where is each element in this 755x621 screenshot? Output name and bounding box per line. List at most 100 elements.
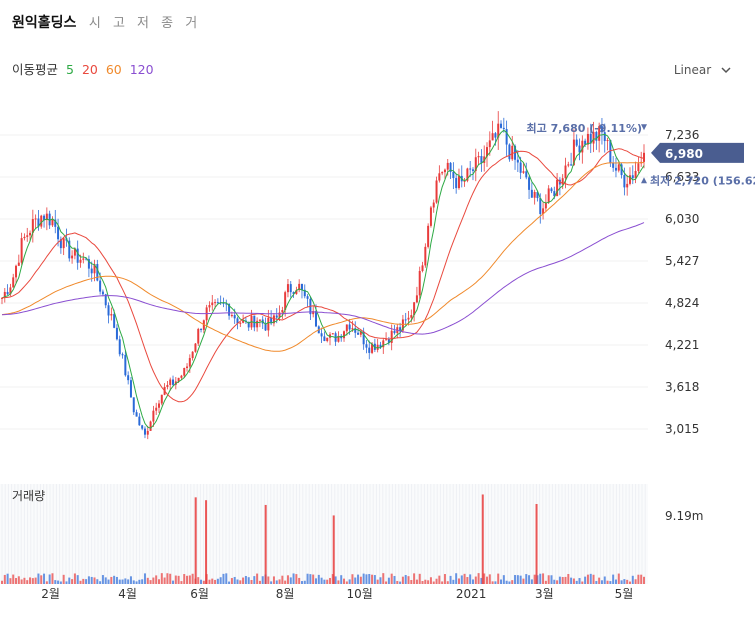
candle-body — [138, 416, 141, 426]
volume-bar — [404, 575, 407, 584]
volume-bar — [410, 580, 413, 584]
volume-bar — [129, 576, 132, 584]
volume-bar — [113, 575, 116, 584]
volume-bar — [643, 576, 645, 584]
candle-body — [522, 171, 525, 173]
candle-body — [500, 123, 503, 128]
candle-body — [141, 425, 144, 429]
volume-bar — [57, 580, 60, 584]
candle-body — [502, 127, 505, 130]
candle-body — [96, 264, 99, 281]
volume-bar — [522, 578, 525, 584]
volume-bar — [390, 573, 393, 584]
volume-bar — [570, 577, 573, 584]
candle-body — [267, 317, 270, 331]
volume-bar — [463, 573, 466, 584]
candle-body — [135, 412, 138, 417]
volume-bar — [592, 574, 595, 584]
candle-body — [214, 302, 217, 304]
price-tick-label: 4,221 — [665, 338, 699, 352]
volume-bar — [314, 578, 317, 584]
volume-bar — [51, 573, 54, 584]
candle-body — [258, 319, 261, 321]
candle-body — [157, 403, 160, 408]
volume-bar — [298, 577, 301, 584]
volume-bar — [31, 578, 34, 584]
candle-body — [211, 302, 214, 306]
volume-bar — [54, 580, 57, 584]
volume-bar — [275, 580, 278, 584]
volume-bar — [528, 575, 531, 584]
volume-bar — [20, 579, 23, 584]
volume-bar — [267, 576, 270, 584]
candle-body — [306, 296, 309, 299]
volume-bar — [471, 579, 474, 584]
volume-bar — [600, 580, 603, 584]
candle-body — [79, 259, 82, 263]
volume-bar — [17, 576, 20, 584]
volume-bar — [99, 581, 102, 584]
candle-body — [452, 171, 455, 179]
volume-bar — [270, 581, 273, 584]
candle-body — [101, 291, 104, 295]
candle-body — [348, 324, 351, 330]
candle-body — [410, 315, 413, 318]
volume-bar — [65, 581, 68, 584]
volume-bar — [519, 575, 522, 584]
candle-body — [115, 327, 118, 340]
volume-bar — [149, 580, 152, 584]
volume-bar — [135, 581, 138, 584]
volume-bar — [312, 574, 315, 584]
time-tick-label: 2월 — [41, 587, 60, 601]
volume-bar — [558, 576, 561, 584]
candle-body — [40, 215, 43, 227]
candle-body — [612, 162, 615, 168]
volume-bar — [205, 500, 208, 584]
volume-bar — [284, 580, 287, 584]
candle-body — [365, 344, 368, 348]
volume-bar — [272, 576, 275, 584]
candle-body — [424, 246, 427, 266]
volume-bar — [12, 574, 15, 584]
candle-body — [564, 165, 567, 179]
price-gridlines — [0, 134, 648, 430]
volume-bar — [385, 581, 388, 584]
volume-bar — [544, 580, 547, 584]
volume-bar — [427, 580, 430, 584]
volume-bar — [351, 574, 354, 584]
volume-bar — [455, 573, 458, 584]
volume-bar — [163, 577, 166, 584]
low-annotation: 최저 2,720 (156.62%) — [650, 173, 755, 187]
candle-body — [432, 202, 435, 208]
volume-bar — [82, 578, 85, 584]
candle-body — [17, 262, 20, 266]
price-tick-label: 4,824 — [665, 296, 699, 310]
price-chart[interactable]: 거래량 7,2366,6336,0305,4274,8244,2213,6183… — [0, 0, 755, 621]
volume-bar — [48, 574, 51, 584]
volume-bar — [34, 577, 37, 584]
volume-bar — [332, 515, 335, 584]
volume-bar — [345, 581, 348, 584]
candle-body — [539, 198, 542, 215]
volume-bar — [511, 580, 514, 584]
volume-bar — [146, 577, 149, 584]
volume-bar — [446, 581, 449, 584]
candle-body — [477, 156, 480, 158]
time-axis: 2월 4월 6월 8월 10월 2021 3월 5월 — [41, 587, 633, 601]
volume-bar — [157, 579, 160, 584]
volume-bar — [239, 580, 242, 584]
volume-bar — [547, 575, 550, 584]
volume-bar — [93, 577, 96, 584]
volume-bar — [354, 577, 357, 584]
volume-bar — [564, 576, 567, 584]
volume-panel-bg — [0, 484, 648, 584]
candle-body — [623, 175, 626, 188]
volume-bar — [614, 579, 617, 584]
candle-body — [155, 407, 158, 411]
time-tick-label: 5월 — [615, 587, 634, 601]
volume-bar — [253, 576, 256, 584]
candle-body — [76, 248, 79, 263]
volume-bar — [561, 577, 564, 584]
volume-bar — [343, 578, 346, 584]
candle-body — [300, 283, 303, 290]
